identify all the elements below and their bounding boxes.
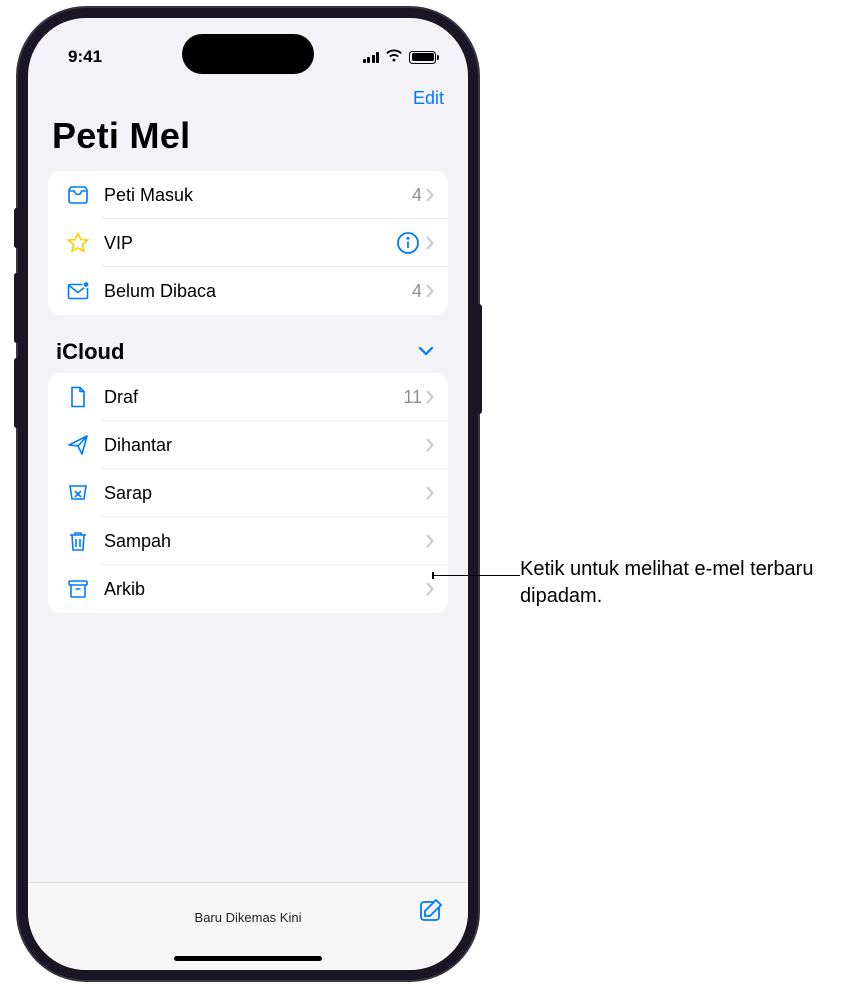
mailbox-vip[interactable]: VIP	[48, 219, 448, 267]
mailbox-count: 11	[403, 387, 422, 408]
info-icon[interactable]	[396, 231, 420, 255]
inbox-icon	[64, 182, 92, 208]
callout-line	[434, 575, 520, 576]
chevron-right-icon	[426, 284, 434, 298]
mailbox-sent[interactable]: Dihantar	[48, 421, 448, 469]
phone-frame: 9:41 Edit Peti Mel Pet	[18, 8, 478, 980]
mailbox-label: Belum Dibaca	[104, 281, 412, 302]
cellular-icon	[363, 51, 380, 63]
edit-button[interactable]: Edit	[413, 88, 444, 109]
volume-down	[14, 358, 19, 428]
compose-button[interactable]	[418, 897, 444, 928]
mailbox-archive[interactable]: Arkib	[48, 565, 448, 613]
mailbox-count: 4	[412, 185, 422, 206]
chevron-down-icon	[418, 343, 434, 361]
mailbox-drafts[interactable]: Draf 11	[48, 373, 448, 421]
volume-up	[14, 273, 19, 343]
chevron-right-icon	[426, 236, 434, 250]
section-title: iCloud	[56, 339, 124, 365]
mailbox-junk[interactable]: Sarap	[48, 469, 448, 517]
dynamic-island	[182, 34, 314, 74]
trash-icon	[64, 528, 92, 554]
nav-bar: Edit	[28, 76, 468, 113]
silent-switch	[14, 208, 19, 248]
unread-icon	[64, 278, 92, 304]
phone-screen: 9:41 Edit Peti Mel Pet	[28, 18, 468, 970]
mailbox-label: Sarap	[104, 483, 426, 504]
status-icons	[363, 48, 437, 67]
chevron-right-icon	[426, 534, 434, 548]
mailbox-label: Peti Masuk	[104, 185, 412, 206]
mailbox-inbox[interactable]: Peti Masuk 4	[48, 171, 448, 219]
mailbox-unread[interactable]: Belum Dibaca 4	[48, 267, 448, 315]
chevron-right-icon	[426, 438, 434, 452]
archive-icon	[64, 576, 92, 602]
mailbox-label: Sampah	[104, 531, 426, 552]
page-title: Peti Mel	[28, 113, 468, 171]
side-button	[476, 304, 482, 414]
mailbox-count: 4	[412, 281, 422, 302]
sent-icon	[64, 432, 92, 458]
mailbox-label: Dihantar	[104, 435, 426, 456]
mailbox-label: Draf	[104, 387, 403, 408]
home-indicator	[174, 956, 322, 961]
chevron-right-icon	[426, 486, 434, 500]
chevron-right-icon	[426, 188, 434, 202]
callout-text: Ketik untuk melihat e-mel terbaru dipada…	[520, 556, 854, 610]
mailbox-label: VIP	[104, 233, 396, 254]
section-header-icloud[interactable]: iCloud	[28, 339, 468, 373]
favorites-group: Peti Masuk 4 VIP Belum Dibaca 4	[48, 171, 448, 315]
chevron-right-icon	[426, 582, 434, 596]
mailbox-label: Arkib	[104, 579, 426, 600]
status-time: 9:41	[68, 47, 102, 67]
sync-status: Baru Dikemas Kini	[195, 910, 302, 925]
battery-icon	[409, 51, 436, 64]
icloud-group: Draf 11 Dihantar Sarap	[48, 373, 448, 613]
mailbox-trash[interactable]: Sampah	[48, 517, 448, 565]
junk-icon	[64, 480, 92, 506]
wifi-icon	[385, 48, 403, 67]
chevron-right-icon	[426, 390, 434, 404]
star-icon	[64, 230, 92, 256]
draft-icon	[64, 384, 92, 410]
bottom-toolbar: Baru Dikemas Kini	[28, 882, 468, 970]
